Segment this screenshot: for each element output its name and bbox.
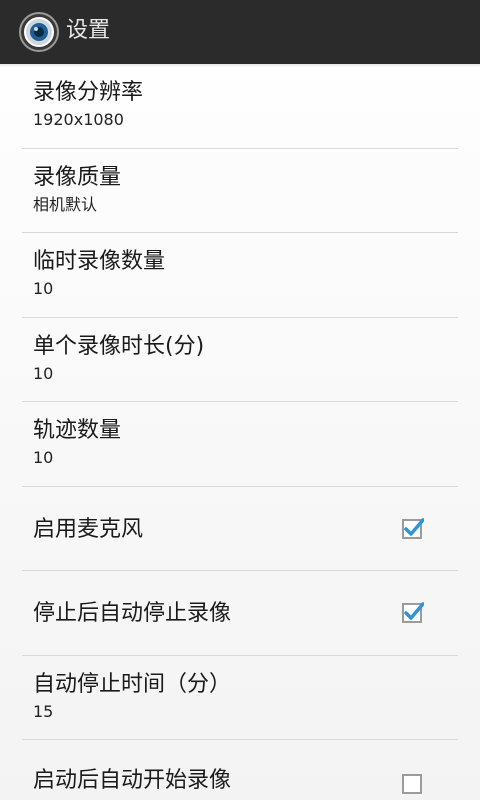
setting-enable-microphone[interactable]: 启用麦克风 (0, 487, 480, 571)
setting-track-count[interactable]: 轨迹数量 10 (0, 402, 480, 487)
setting-title: 录像分辨率 (33, 80, 144, 105)
setting-summary: 10 (33, 363, 54, 383)
setting-title: 临时录像数量 (33, 249, 166, 274)
setting-title: 停止后自动停止录像 (33, 601, 232, 626)
setting-auto-stop-after-stop[interactable]: 停止后自动停止录像 (0, 571, 480, 656)
setting-title: 自动停止时间（分） (33, 671, 232, 697)
setting-video-resolution[interactable]: 录像分辨率 1920x1080 (0, 64, 480, 149)
setting-summary: 1920x1080 (33, 110, 124, 129)
setting-temp-recording-count[interactable]: 临时录像数量 10 (0, 233, 480, 318)
setting-auto-stop-time[interactable]: 自动停止时间（分） 15 (0, 656, 480, 740)
checkbox-checked-icon[interactable] (402, 517, 424, 539)
setting-title: 录像质量 (33, 164, 122, 190)
setting-summary: 相机默认 (33, 194, 98, 214)
setting-title: 启动后自动开始录像 (33, 768, 232, 793)
checkbox-checked-icon[interactable] (402, 601, 424, 623)
setting-summary: 10 (33, 279, 54, 298)
setting-summary: 10 (33, 448, 54, 467)
settings-list: 录像分辨率 1920x1080 录像质量 相机默认 临时录像数量 10 单个录像… (0, 64, 480, 810)
setting-video-quality[interactable]: 录像质量 相机默认 (0, 149, 480, 233)
camera-lens-icon[interactable] (19, 12, 59, 52)
setting-summary: 15 (33, 701, 54, 721)
setting-title: 轨迹数量 (33, 418, 122, 443)
action-bar: 设置 (0, 0, 480, 64)
checkbox-unchecked-icon[interactable] (402, 772, 424, 794)
page-title: 设置 (66, 18, 111, 43)
setting-single-recording-duration[interactable]: 单个录像时长(分) 10 (0, 318, 480, 402)
setting-title: 启用麦克风 (33, 516, 144, 542)
setting-title: 单个录像时长(分) (33, 333, 205, 359)
